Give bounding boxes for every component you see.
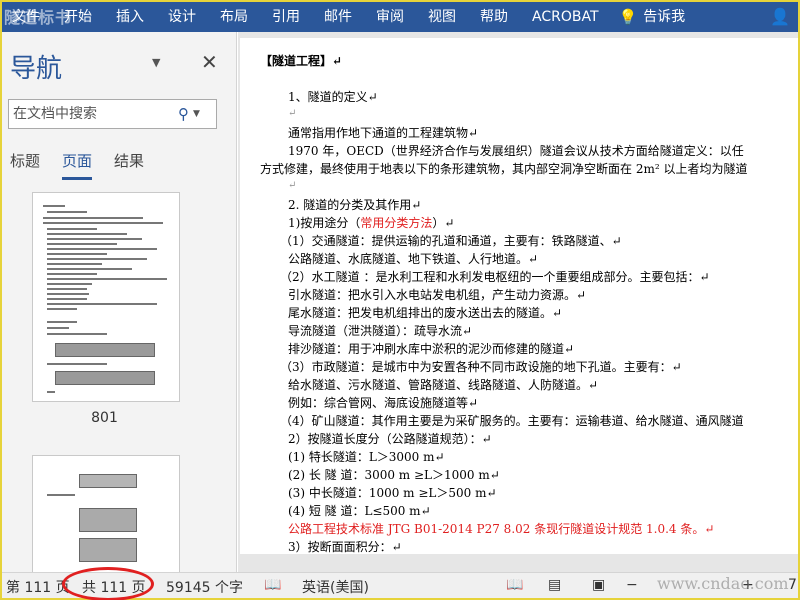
chevron-down-icon[interactable]: ▼ [152,56,160,69]
search-options-icon[interactable]: ▼ [193,109,200,119]
doc-line-classification: 1)按用途分（常用分类方法）↵ [288,214,454,231]
doc-line: 引水隧道：把水引入水电站发电机组，产生动力资源。↵ [288,288,587,302]
tab-headings[interactable]: 标题 [10,150,40,180]
doc-line: 尾水隧道：把发电机组排出的废水送出去的隧道。↵ [288,306,563,320]
doc-line: 通常指用作地下通道的工程建筑物↵ [288,126,479,140]
word-count[interactable]: 59145 个字 [166,577,243,597]
doc-line: (4) 短 隧 道：L≤500 m↵ [288,504,431,518]
doc-line: （4）矿山隧道：其作用主要是为采矿服务的。主要有：运输巷道、给水隧道、通风隧道 [280,414,744,428]
doc-line: (1) 特长隧道：L＞3000 m↵ [288,450,445,464]
doc-line-text: ）↵ [432,216,455,230]
doc-line: (2) 长 隧 道：3000 m ≥L＞1000 m↵ [288,468,500,482]
page-number-label: 801 [91,410,118,426]
tab-references[interactable]: 引用 [260,2,312,32]
doc-line-text: 1)按用途分（ [288,216,361,230]
tab-layout[interactable]: 布局 [208,2,260,32]
doc-line: ↵ [288,108,297,119]
doc-line: 排沙隧道：用于冲刷水库中淤积的泥沙而修建的隧道↵ [288,342,575,356]
tell-me-label: 告诉我 [643,9,686,25]
zoom-in-icon[interactable]: + [742,577,754,593]
doc-highlight-line: 公路工程技术标准 JTG B01-2014 P27 8.02 条现行隧道设计规范… [288,522,715,536]
tab-insert[interactable]: 插入 [104,2,156,32]
tab-results[interactable]: 结果 [114,150,144,180]
doc-line: （2）水工隧道 ：是水利工程和水利发电枢纽的一个重要组成部分。主要包括：↵ [280,270,710,284]
tab-review[interactable]: 审阅 [364,2,416,32]
page-thumbnail[interactable] [32,455,180,572]
tell-me-box[interactable]: 💡 告诉我 [611,2,698,32]
language-indicator[interactable]: 英语(美国) [302,577,369,597]
zoom-out-icon[interactable]: − [626,577,638,593]
ribbon-tab-bar: 文件 开始 插入 设计 布局 引用 邮件 审阅 视图 帮助 ACROBAT 💡 … [2,2,798,32]
doc-line: 方式修建，最终使用于地表以下的条形建筑物，其内部空洞净空断面在 2m² 以上者均… [260,162,748,176]
search-icon[interactable]: ⚲ [178,105,189,123]
zoom-level[interactable]: 7 [788,577,797,593]
tab-home[interactable]: 开始 [52,2,104,32]
navigation-pane: 导航 ▼ ✕ ⚲ ▼ 标题 页面 结果 [2,32,237,572]
tab-design[interactable]: 设计 [156,2,208,32]
read-mode-icon[interactable]: 📖 [506,577,523,593]
doc-line: 1970 年，OECD（世界经济合作与发展组织）隧道会议从技术方面给隧道定义：以… [288,144,744,158]
tab-view[interactable]: 视图 [416,2,468,32]
doc-line: （1）交通隧道：提供运输的孔道和通道，主要有：铁路隧道、↵ [280,234,622,248]
tab-help[interactable]: 帮助 [468,2,520,32]
doc-line: ↵ [288,180,297,191]
doc-line: 1、隧道的定义↵ [288,90,378,104]
doc-heading: 【隧道工程】↵ [260,54,343,68]
doc-line: 导流隧道（泄洪隧道）：疏导水流↵ [288,324,473,338]
print-layout-icon[interactable]: ▤ [548,577,561,593]
share-user-icon[interactable]: 👤 [770,2,790,32]
doc-line: （3）市政隧道：是城市中为安置各种不同市政设施的地下孔道。主要有：↵ [280,360,682,374]
doc-line: 例如：综合管网、海底设施隧道等↵ [288,396,479,410]
nav-search-box: ⚲ ▼ [8,99,217,129]
nav-pane-title: 导航 [10,54,63,84]
page-indicator[interactable]: 第 111 页 [6,577,70,597]
status-bar: 第 111 页 共 111 页 59145 个字 📖 英语(美国) 📖 ▤ ▣ … [2,572,798,598]
doc-line: 公路隧道、水底隧道、地下铁道、人行地道。↵ [288,252,539,266]
tab-mailings[interactable]: 邮件 [312,2,364,32]
doc-line: 3）按断面面积分：↵ [288,540,402,554]
web-layout-icon[interactable]: ▣ [592,577,605,593]
tab-file[interactable]: 文件 [2,2,52,32]
nav-tabs: 标题 页面 结果 [10,150,166,180]
doc-highlight-text: 常用分类方法 [360,216,433,230]
proofing-icon[interactable]: 📖 [264,577,281,593]
document-page[interactable]: 【隧道工程】↵ 1、隧道的定义↵ ↵ 通常指用作地下通道的工程建筑物↵ 1970… [240,38,798,554]
doc-line: 2）按隧道长度分（公路隧道规范）：↵ [288,432,492,446]
tab-pages[interactable]: 页面 [62,150,93,180]
total-pages[interactable]: 共 111 页 [82,577,146,597]
doc-line: (3) 中长隧道：1000 m ≥L＞500 m↵ [288,486,497,500]
page-thumbnail[interactable] [32,192,180,402]
doc-line: 2. 隧道的分类及其作用↵ [288,198,422,212]
lightbulb-icon: 💡 [618,8,638,26]
close-icon[interactable]: ✕ [201,50,218,74]
tab-acrobat[interactable]: ACROBAT [520,2,611,32]
doc-line: 给水隧道、污水隧道、管路隧道、线路隧道、人防隧道。↵ [288,378,599,392]
page-thumbnails: 801 [2,182,237,572]
search-input[interactable] [9,106,174,122]
